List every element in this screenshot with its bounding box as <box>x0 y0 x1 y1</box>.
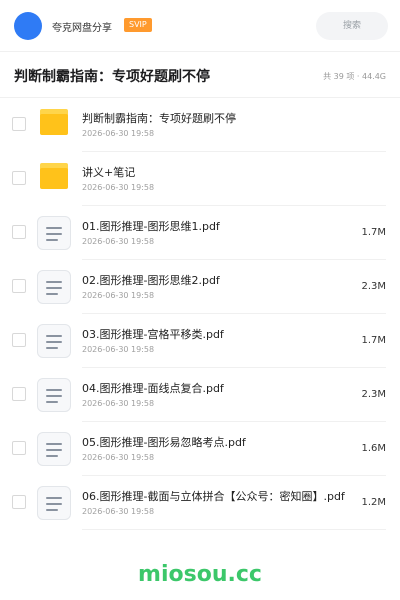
username: 夸克网盘分享 <box>52 23 112 34</box>
file-name: 05.图形推理-图形易忽略考点.pdf <box>82 436 246 449</box>
file-date: 2026-06-30 19:58 <box>82 507 155 516</box>
file-size: 2.3M <box>361 281 386 292</box>
file-name: 判断制霸指南：专项好题刷不停 <box>82 112 236 125</box>
file-size: 1.7M <box>361 227 386 238</box>
file-list: 判断制霸指南：专项好题刷不停 2026-06-30 19:58 讲义+笔记 20… <box>0 98 400 530</box>
list-item[interactable]: 04.图形推理-面线点复合.pdf 2026-06-30 19:58 2.3M <box>0 368 400 422</box>
list-item[interactable]: 06.图形推理-截面与立体拼合【公众号：密知圈】.pdf 2026-06-30 … <box>0 476 400 530</box>
file-date: 2026-06-30 19:58 <box>82 183 155 192</box>
document-icon <box>37 378 71 412</box>
file-name: 04.图形推理-面线点复合.pdf <box>82 382 224 395</box>
file-name: 03.图形推理-宫格平移类.pdf <box>82 328 224 341</box>
select-checkbox[interactable] <box>12 171 26 185</box>
file-name: 01.图形推理-图形思维1.pdf <box>82 220 220 233</box>
folder-icon <box>40 163 68 189</box>
select-checkbox[interactable] <box>12 117 26 131</box>
select-checkbox[interactable] <box>12 225 26 239</box>
file-name: 讲义+笔记 <box>82 166 136 179</box>
folder-meta: 共 39 项 · 44.4G <box>323 72 386 81</box>
file-date: 2026-06-30 19:58 <box>82 453 155 462</box>
folder-icon <box>40 109 68 135</box>
file-name: 06.图形推理-截面与立体拼合【公众号：密知圈】.pdf <box>82 490 345 503</box>
document-icon <box>37 216 71 250</box>
list-item[interactable]: 判断制霸指南：专项好题刷不停 2026-06-30 19:58 <box>0 98 400 152</box>
file-date: 2026-06-30 19:58 <box>82 129 155 138</box>
file-size: 1.2M <box>361 497 386 508</box>
file-size: 1.6M <box>361 443 386 454</box>
watermark: miosou.cc <box>138 562 262 587</box>
list-item[interactable]: 讲义+笔记 2026-06-30 19:58 <box>0 152 400 206</box>
document-icon <box>37 324 71 358</box>
select-checkbox[interactable] <box>12 387 26 401</box>
avatar[interactable] <box>14 12 42 40</box>
svip-badge: SVIP <box>124 18 152 32</box>
file-date: 2026-06-30 19:58 <box>82 345 155 354</box>
file-size: 2.3M <box>361 389 386 400</box>
file-size: 1.7M <box>361 335 386 346</box>
file-date: 2026-06-30 19:58 <box>82 399 155 408</box>
folder-title-row: 判断制霸指南：专项好题刷不停 共 39 项 · 44.4G <box>0 52 400 98</box>
select-checkbox[interactable] <box>12 495 26 509</box>
list-item[interactable]: 01.图形推理-图形思维1.pdf 2026-06-30 19:58 1.7M <box>0 206 400 260</box>
file-date: 2026-06-30 19:58 <box>82 291 155 300</box>
select-checkbox[interactable] <box>12 441 26 455</box>
list-item[interactable]: 03.图形推理-宫格平移类.pdf 2026-06-30 19:58 1.7M <box>0 314 400 368</box>
list-item[interactable]: 05.图形推理-图形易忽略考点.pdf 2026-06-30 19:58 1.6… <box>0 422 400 476</box>
select-checkbox[interactable] <box>12 333 26 347</box>
list-item[interactable]: 02.图形推理-图形思维2.pdf 2026-06-30 19:58 2.3M <box>0 260 400 314</box>
search-input[interactable]: 搜索 <box>316 12 388 40</box>
document-icon <box>37 432 71 466</box>
file-name: 02.图形推理-图形思维2.pdf <box>82 274 220 287</box>
document-icon <box>37 270 71 304</box>
app-header: 夸克网盘分享 SVIP 搜索 <box>0 0 400 52</box>
select-checkbox[interactable] <box>12 279 26 293</box>
document-icon <box>37 486 71 520</box>
file-date: 2026-06-30 19:58 <box>82 237 155 246</box>
page-title: 判断制霸指南：专项好题刷不停 <box>14 69 210 85</box>
